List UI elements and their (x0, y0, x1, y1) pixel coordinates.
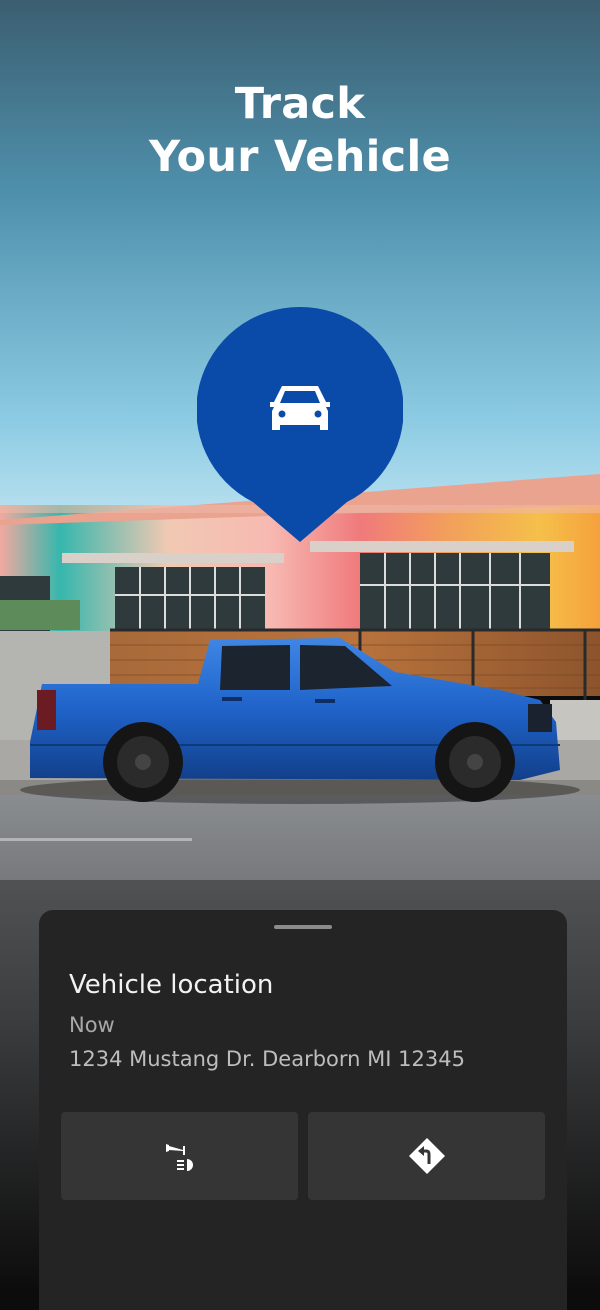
title-line-2: Your Vehicle (149, 132, 451, 182)
page-title: Track Your Vehicle (0, 78, 600, 184)
title-line-1: Track (234, 79, 366, 129)
vehicle-location-sheet: Vehicle location Now 1234 Mustang Dr. De… (39, 910, 567, 1310)
location-time: Now (69, 1013, 115, 1037)
location-address: 1234 Mustang Dr. Dearborn MI 12345 (69, 1047, 465, 1071)
sheet-title: Vehicle location (69, 970, 274, 1000)
car-front-icon (270, 386, 330, 430)
horn-lights-icon (165, 1144, 193, 1171)
horn-lights-button[interactable] (61, 1112, 298, 1200)
sheet-drag-handle[interactable] (274, 925, 332, 929)
directions-button[interactable] (308, 1112, 545, 1200)
directions-icon (408, 1138, 445, 1174)
